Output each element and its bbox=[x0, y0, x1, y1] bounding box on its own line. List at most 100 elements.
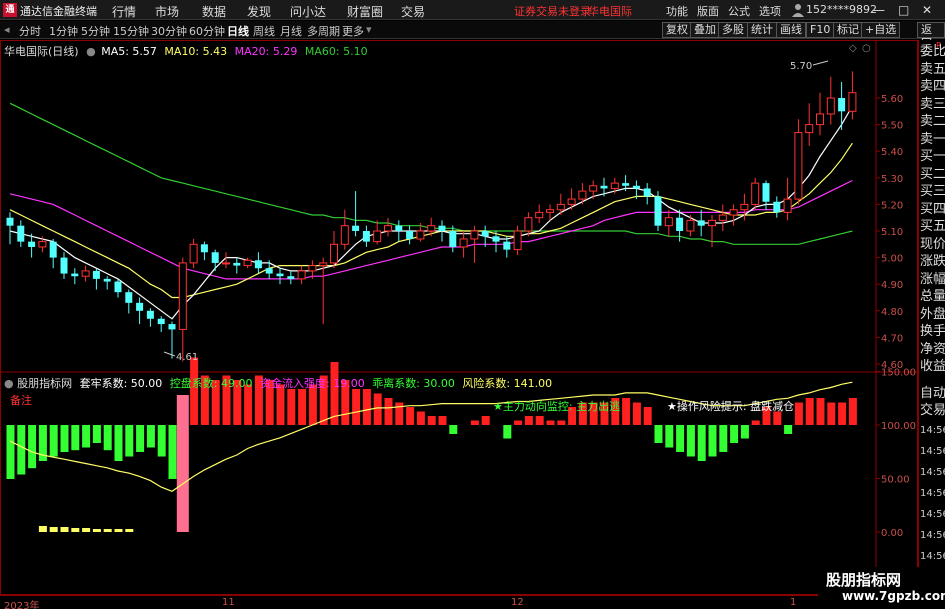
price-tick-label: 5.20 bbox=[881, 200, 903, 211]
more-dropdown-icon[interactable]: ▾ bbox=[366, 23, 372, 36]
indicator-title[interactable]: 股朋指标网 bbox=[17, 377, 72, 390]
menu-formula[interactable]: 公式 bbox=[728, 3, 750, 19]
candle-body bbox=[751, 182, 760, 205]
period-tab-monthly[interactable]: 月线 bbox=[280, 23, 302, 39]
candle-body bbox=[578, 190, 587, 200]
maximize-icon[interactable]: □ bbox=[898, 3, 909, 17]
menu-discover[interactable]: 发现 bbox=[247, 3, 271, 20]
login-notice[interactable]: 证券交易未登录 bbox=[514, 3, 591, 19]
indicator-tick-label: 0.00 bbox=[881, 528, 903, 539]
osc-bar bbox=[146, 425, 155, 448]
period-tab-intraday[interactable]: 分时 bbox=[19, 23, 41, 39]
osc-bar bbox=[503, 425, 512, 439]
app-window: 通 通达信金融终端 行情 市场 数据 发现 问小达 财富圈 交易 证券交易未登录… bbox=[0, 0, 945, 609]
candle-body bbox=[449, 231, 457, 247]
f10-button[interactable]: F10 bbox=[806, 22, 835, 38]
osc-bar bbox=[816, 398, 825, 425]
draw-line-button[interactable]: 画线 bbox=[776, 22, 806, 38]
quote-field-2: 卖四 bbox=[920, 79, 945, 94]
side-tab-1[interactable]: 交易 bbox=[920, 402, 945, 420]
menu-market[interactable]: 市场 bbox=[155, 3, 179, 20]
side-tab-0[interactable]: 自动 bbox=[920, 385, 945, 403]
osc-bar bbox=[60, 425, 69, 452]
osc-bar bbox=[157, 425, 166, 457]
menu-ask[interactable]: 问小达 bbox=[290, 3, 326, 20]
quote-field-10: 买五 bbox=[920, 219, 945, 234]
legend-toggle-icon[interactable]: ● bbox=[86, 45, 96, 58]
menu-layout[interactable]: 版面 bbox=[697, 3, 719, 19]
menu-trade[interactable]: 交易 bbox=[401, 3, 425, 20]
candle-body bbox=[319, 262, 328, 267]
close-icon[interactable]: ✕ bbox=[922, 3, 932, 17]
user-icon[interactable] bbox=[792, 3, 804, 17]
back-button[interactable]: 返回 bbox=[917, 22, 945, 50]
osc-bar bbox=[827, 402, 836, 425]
candle-body bbox=[71, 273, 79, 277]
candle-body bbox=[200, 244, 208, 253]
candle-body bbox=[297, 270, 306, 280]
period-tab-30min[interactable]: 30分钟 bbox=[151, 23, 187, 39]
candle-body bbox=[81, 270, 90, 277]
quote-side-panel: R 委比 卖五 卖四 卖三 卖二 卖一 买一 买二 买三 买四 买五 现价 涨跌 涨幅 总量 外盘 换手 净资 收益… bbox=[918, 40, 945, 595]
mark-button[interactable]: 标记 bbox=[833, 22, 863, 38]
candle-body bbox=[395, 225, 403, 231]
statistics-button[interactable]: 统计 bbox=[747, 22, 777, 38]
period-tab-60min[interactable]: 60分钟 bbox=[189, 23, 225, 39]
signal-main-force: ★主力动向监控: 主力出逃 bbox=[493, 400, 621, 413]
candle-body bbox=[168, 324, 176, 330]
candle-body bbox=[643, 188, 651, 197]
osc-bar bbox=[176, 395, 189, 532]
period-tab-5min[interactable]: 5分钟 bbox=[81, 23, 110, 39]
period-tab-more[interactable]: 更多 bbox=[342, 23, 364, 39]
add-watchlist-button[interactable]: +自选 bbox=[861, 22, 901, 38]
diamond-icon[interactable]: ◇ bbox=[849, 43, 857, 54]
candle-body bbox=[243, 259, 252, 267]
quote-field-18: 收益 bbox=[920, 359, 945, 374]
candle-body bbox=[826, 97, 835, 115]
param-risk: 风险系数: 141.00 bbox=[462, 377, 553, 390]
period-tab-15min[interactable]: 15分钟 bbox=[113, 23, 149, 39]
circle-icon[interactable]: ○ bbox=[862, 43, 871, 54]
candle-body bbox=[794, 132, 803, 200]
ma5-legend: MA5: 5.57 bbox=[101, 45, 157, 58]
osc-bar bbox=[632, 402, 641, 425]
low-bar bbox=[60, 527, 69, 532]
period-tab-daily[interactable]: 日线 bbox=[227, 23, 249, 39]
chart-canvas[interactable]: 5.60 5.50 5.40 5.30 5.20 5.10 5.00 4.90 4.80 4.70… bbox=[0, 40, 918, 595]
indicator-legend: ● 股朋指标网 套牢系数: 50.00 控盘系数: 49.00 资金流入强度: … bbox=[4, 375, 552, 391]
collapse-icon[interactable]: ◂ bbox=[4, 23, 10, 36]
osc-bar bbox=[665, 425, 674, 448]
menu-quotes[interactable]: 行情 bbox=[112, 3, 136, 20]
period-tab-1min[interactable]: 1分钟 bbox=[49, 23, 78, 39]
menu-function[interactable]: 功能 bbox=[666, 3, 688, 19]
candle-body bbox=[114, 281, 122, 293]
period-tab-weekly[interactable]: 周线 bbox=[253, 23, 275, 39]
candle-body bbox=[556, 203, 565, 211]
overlay-button[interactable]: 叠加 bbox=[690, 22, 720, 38]
candle-body bbox=[492, 236, 500, 242]
menu-wealth[interactable]: 财富圈 bbox=[347, 3, 383, 20]
adjust-button[interactable]: 复权 bbox=[662, 22, 692, 38]
candle-body bbox=[567, 198, 576, 205]
osc-bar bbox=[784, 425, 793, 434]
osc-bar bbox=[546, 420, 555, 425]
multi-stock-button[interactable]: 多股 bbox=[718, 22, 748, 38]
main-chart-title: 华电国际(日线) bbox=[4, 45, 79, 58]
trade-time-0: 14:56 bbox=[920, 425, 945, 436]
osc-bar bbox=[622, 398, 631, 425]
period-tab-multi[interactable]: 多周期 bbox=[307, 23, 340, 39]
menu-data[interactable]: 数据 bbox=[202, 3, 226, 20]
account-id[interactable]: 152****9892 bbox=[806, 3, 877, 16]
minimize-icon[interactable]: — bbox=[873, 3, 885, 17]
candle-body bbox=[535, 211, 544, 219]
osc-bar bbox=[848, 398, 857, 425]
candle-body bbox=[438, 225, 446, 231]
candle-body bbox=[805, 124, 814, 134]
param-control: 控盘系数: 49.00 bbox=[169, 377, 253, 390]
quote-field-0: 委比 bbox=[920, 44, 945, 59]
osc-bar bbox=[416, 411, 425, 425]
quote-field-11: 现价 bbox=[920, 236, 945, 252]
menu-options[interactable]: 选项 bbox=[759, 3, 781, 19]
indicator-toggle-icon[interactable]: ● bbox=[4, 377, 14, 390]
watermark-url: www.7gpzb.com bbox=[842, 589, 945, 603]
